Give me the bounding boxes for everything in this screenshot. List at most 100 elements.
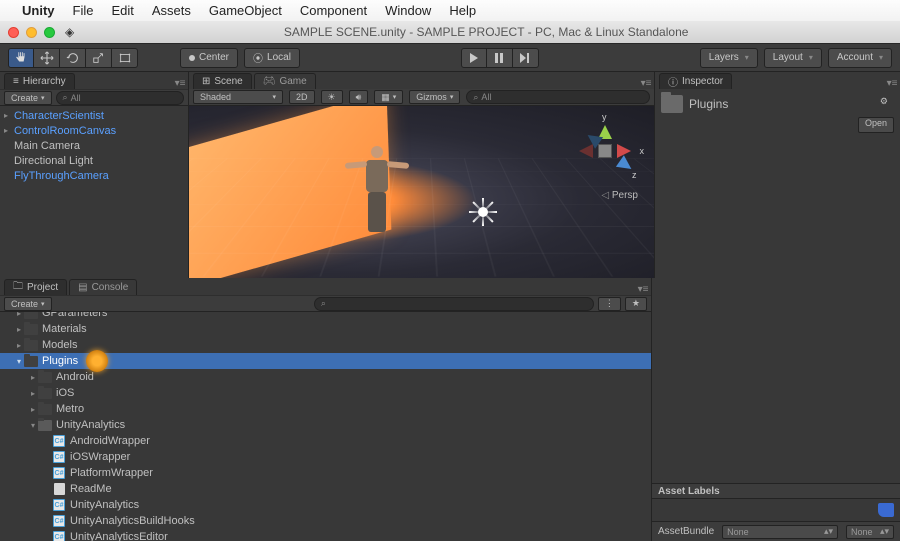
panel-options-icon[interactable]: ▾≡ [884, 78, 900, 89]
traffic-lights [8, 27, 55, 38]
layout-dropdown[interactable]: Layout▾ [764, 48, 822, 68]
project-item[interactable]: C#iOSWrapper [0, 449, 651, 465]
minimize-button[interactable] [26, 27, 37, 38]
scene-tab[interactable]: ⊞Scene [193, 73, 252, 89]
panel-options-icon[interactable]: ▾≡ [635, 284, 651, 295]
expand-arrow-icon[interactable]: ▾ [28, 421, 38, 430]
project-item[interactable]: ▸iOS [0, 385, 651, 401]
pivot-center-button[interactable]: Center [180, 48, 238, 68]
play-button[interactable] [461, 48, 487, 68]
pivot-local-button[interactable]: ⦿Local [244, 48, 300, 68]
gear-icon[interactable]: ⚙ [874, 96, 894, 112]
scene-search-input[interactable]: ⌕All [466, 90, 650, 104]
project-create-button[interactable]: Create▾ [4, 297, 52, 311]
expand-arrow-icon[interactable]: ▸ [4, 126, 14, 135]
maximize-button[interactable] [44, 27, 55, 38]
menu-file[interactable]: File [73, 3, 94, 18]
close-button[interactable] [8, 27, 19, 38]
light-gizmo-icon[interactable] [469, 198, 497, 226]
inspector-tab[interactable]: ⓘInspector [659, 73, 732, 89]
hierarchy-create-button[interactable]: Create▾ [4, 91, 52, 105]
project-tab[interactable]: 🗀Project [4, 279, 67, 295]
project-item[interactable]: ▸Materials [0, 321, 651, 337]
expand-arrow-icon[interactable]: ▸ [28, 389, 38, 398]
menu-edit[interactable]: Edit [111, 3, 133, 18]
account-dropdown[interactable]: Account▾ [828, 48, 892, 68]
expand-arrow-icon[interactable]: ▸ [28, 405, 38, 414]
project-item[interactable]: ▾UnityAnalytics [0, 417, 651, 433]
folder-icon [24, 324, 38, 335]
hierarchy-item[interactable]: Main Camera [0, 138, 188, 153]
step-button[interactable] [513, 48, 539, 68]
hierarchy-item[interactable]: FlyThroughCamera [0, 168, 188, 183]
orientation-gizmo[interactable]: y x z [570, 116, 640, 186]
layout-label: Layout [773, 52, 803, 63]
menu-help[interactable]: Help [449, 3, 476, 18]
project-item[interactable]: ▸Metro [0, 401, 651, 417]
menu-assets[interactable]: Assets [152, 3, 191, 18]
scale-tool[interactable] [86, 48, 112, 68]
menu-window[interactable]: Window [385, 3, 431, 18]
hierarchy-item-label: Main Camera [14, 140, 80, 152]
project-item[interactable]: C#PlatformWrapper [0, 465, 651, 481]
rect-tool[interactable] [112, 48, 138, 68]
chevron-down-icon: ▾ [745, 53, 749, 62]
scene-fx-toggle[interactable]: ▦ ▾ [374, 90, 403, 104]
window-titlebar: ◈ SAMPLE SCENE.unity - SAMPLE PROJECT - … [0, 21, 900, 43]
project-item[interactable]: C#UnityAnalyticsEditor [0, 529, 651, 541]
expand-arrow-icon[interactable]: ▸ [14, 325, 24, 334]
search-icon: ⌕ [321, 298, 326, 309]
scene-character [357, 146, 397, 236]
hierarchy-search-input[interactable]: ⌕All [56, 91, 184, 105]
hierarchy-item[interactable]: Directional Light [0, 153, 188, 168]
expand-arrow-icon[interactable]: ▸ [14, 312, 24, 318]
label-tag-icon[interactable] [878, 503, 894, 517]
panel-options-icon[interactable]: ▾≡ [638, 78, 654, 89]
project-filter-button[interactable]: ⋮ [598, 297, 621, 311]
project-favorite-button[interactable]: ★ [625, 297, 647, 311]
game-tab[interactable]: 🎮︎Game [254, 73, 316, 89]
highlight-marker-icon [86, 350, 108, 372]
expand-arrow-icon[interactable]: ▸ [14, 341, 24, 350]
project-item[interactable]: C#AndroidWrapper [0, 433, 651, 449]
project-item[interactable]: C#UnityAnalyticsBuildHooks [0, 513, 651, 529]
expand-arrow-icon[interactable]: ▸ [28, 373, 38, 382]
menu-unity[interactable]: Unity [22, 3, 55, 18]
inspector-object-name: Plugins [689, 97, 728, 111]
play-icon [469, 53, 479, 63]
projection-label[interactable]: Persp [601, 190, 638, 201]
hand-tool[interactable] [8, 48, 34, 68]
hierarchy-tree[interactable]: ▸CharacterScientist▸ControlRoomCanvas Mai… [0, 106, 188, 278]
folder-icon [24, 340, 38, 351]
assetbundle-dropdown[interactable]: None▴▾ [722, 525, 838, 539]
gizmos-dropdown[interactable]: Gizmos▾ [409, 90, 460, 104]
menu-gameobject[interactable]: GameObject [209, 3, 282, 18]
project-search-input[interactable]: ⌕ [314, 297, 594, 311]
hierarchy-tab[interactable]: ≡Hierarchy [4, 73, 75, 89]
project-item[interactable]: ReadMe [0, 481, 651, 497]
open-button[interactable]: Open [858, 117, 894, 133]
console-tab[interactable]: ▤Console [69, 279, 137, 295]
hierarchy-item[interactable]: ▸CharacterScientist [0, 108, 188, 123]
scene-2d-toggle[interactable]: 2D [289, 90, 315, 104]
hierarchy-item[interactable]: ▸ControlRoomCanvas [0, 123, 188, 138]
shading-dropdown[interactable]: Shaded▾ [193, 90, 283, 104]
scene-lighting-toggle[interactable]: ☀ [321, 90, 343, 104]
project-tree[interactable]: ▸GParameters▸Materials▸Models▾Plugins▸An… [0, 312, 651, 541]
expand-arrow-icon[interactable]: ▾ [14, 357, 24, 366]
move-tool[interactable] [34, 48, 60, 68]
rotate-tool[interactable] [60, 48, 86, 68]
project-item[interactable]: C#UnityAnalytics [0, 497, 651, 513]
layers-dropdown[interactable]: Layers▾ [700, 48, 758, 68]
scene-viewport[interactable]: y x z Persp [189, 106, 654, 278]
assetbundle-variant-dropdown[interactable]: None▴▾ [846, 525, 894, 539]
project-item[interactable]: ▸GParameters [0, 312, 651, 321]
search-placeholder: All [481, 92, 491, 102]
panel-options-icon[interactable]: ▾≡ [172, 78, 188, 89]
axis-y-label: y [602, 112, 607, 122]
pause-button[interactable] [487, 48, 513, 68]
menu-component[interactable]: Component [300, 3, 367, 18]
expand-arrow-icon[interactable]: ▸ [4, 111, 14, 120]
scene-audio-toggle[interactable]: 🔊︎ [349, 90, 369, 104]
bundle-value: None [727, 527, 749, 537]
